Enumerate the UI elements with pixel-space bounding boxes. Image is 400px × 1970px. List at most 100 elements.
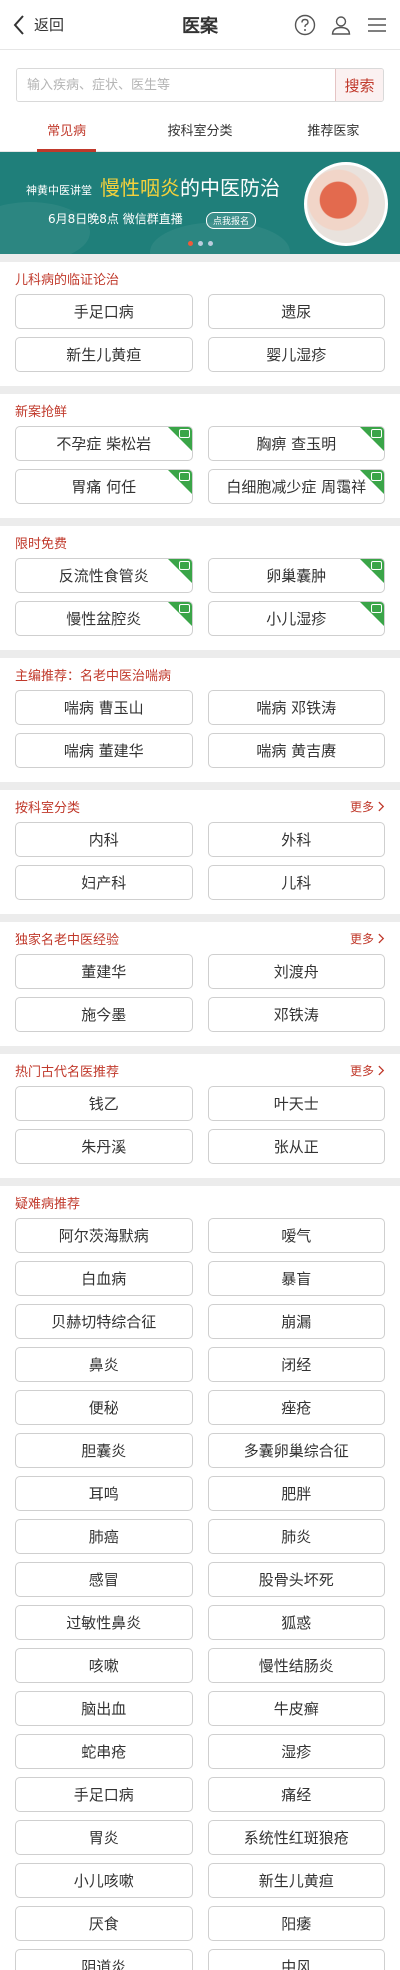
grid-item-button[interactable]: 鼻炎 xyxy=(15,1347,193,1382)
grid-item-button[interactable]: 肺炎 xyxy=(207,1519,385,1554)
tab-by-department[interactable]: 按科室分类 xyxy=(133,114,266,151)
grid-item-button[interactable]: 湿疹 xyxy=(207,1734,385,1769)
grid-item-button[interactable]: 蛇串疮 xyxy=(15,1734,193,1769)
grid-item-button[interactable]: 狐惑 xyxy=(207,1605,385,1640)
grid-item-label: 股骨头坏死 xyxy=(258,1571,334,1589)
grid-item-button[interactable]: 感冒 xyxy=(15,1562,193,1597)
grid-item-button[interactable]: 厌食 xyxy=(15,1906,193,1941)
grid-item-button[interactable]: 手足口病 xyxy=(15,294,193,329)
grid-item-button[interactable]: 白血病 xyxy=(15,1261,193,1296)
grid-item-button[interactable]: 遗尿 xyxy=(207,294,385,329)
search-button[interactable]: 搜索 xyxy=(335,69,383,101)
grid-item-button[interactable]: 反流性食管炎 xyxy=(15,558,193,593)
grid-item-button[interactable]: 卵巢囊肿 xyxy=(207,558,385,593)
user-icon xyxy=(331,15,351,35)
grid-item-button[interactable]: 闭经 xyxy=(207,1347,385,1382)
grid-item-button[interactable]: 妇产科 xyxy=(15,865,193,900)
grid-item-button[interactable]: 暴盲 xyxy=(207,1261,385,1296)
grid-item-button[interactable]: 多囊卵巢综合征 xyxy=(207,1433,385,1468)
grid-item-button[interactable]: 白细胞减少症 周霭祥 xyxy=(207,469,385,504)
menu-button[interactable] xyxy=(366,14,388,36)
grid-item-button[interactable]: 张从正 xyxy=(207,1129,385,1164)
grid-item-label: 湿疹 xyxy=(281,1743,312,1761)
grid-item-button[interactable]: 痛经 xyxy=(207,1777,385,1812)
grid-item-button[interactable]: 肥胖 xyxy=(207,1476,385,1511)
help-button[interactable] xyxy=(294,14,316,36)
grid-item-label: 刘渡舟 xyxy=(273,963,319,981)
grid-item-label: 钱乙 xyxy=(88,1095,119,1113)
carousel-dot[interactable] xyxy=(197,241,203,246)
banner-signup-button[interactable]: 点我报名 xyxy=(206,212,257,229)
grid-item-button[interactable]: 牛皮癣 xyxy=(207,1691,385,1726)
search-input[interactable] xyxy=(17,69,335,101)
grid-item-button[interactable]: 咳嗽 xyxy=(15,1648,193,1683)
grid-item-button[interactable]: 不孕症 柴松岩 xyxy=(15,426,193,461)
grid-item-button[interactable]: 喘病 董建华 xyxy=(15,733,193,768)
grid-item-button[interactable]: 阿尔茨海默病 xyxy=(15,1218,193,1253)
grid-item-button[interactable]: 阳痿 xyxy=(207,1906,385,1941)
more-link[interactable]: 更多 xyxy=(350,798,385,815)
grid-item-button[interactable]: 董建华 xyxy=(15,954,193,989)
grid-item-label: 肺癌 xyxy=(88,1528,119,1546)
grid-item-button[interactable]: 过敏性鼻炎 xyxy=(15,1605,193,1640)
chevron-right-icon xyxy=(378,933,385,943)
grid-item-button[interactable]: 中风 xyxy=(207,1949,385,1970)
grid-item-label: 胸痹 查玉明 xyxy=(256,435,337,453)
grid-item-button[interactable]: 内科 xyxy=(15,822,193,857)
grid-item-label: 卵巢囊肿 xyxy=(266,567,327,585)
grid-item-button[interactable]: 耳鸣 xyxy=(15,1476,193,1511)
item-grid: 喘病 曹玉山 喘病 邓铁涛 喘病 董建华 喘病 黄吉赓 xyxy=(15,690,385,776)
user-button[interactable] xyxy=(330,14,352,36)
section-ancient-doctors: 热门古代名医推荐 更多钱乙 叶天士 朱丹溪 张从正 xyxy=(0,1054,400,1178)
carousel-dot[interactable] xyxy=(187,241,193,246)
grid-item-button[interactable]: 股骨头坏死 xyxy=(207,1562,385,1597)
grid-item-button[interactable]: 婴儿湿疹 xyxy=(207,337,385,372)
grid-item-button[interactable]: 外科 xyxy=(207,822,385,857)
grid-item-button[interactable]: 新生儿黄疸 xyxy=(15,337,193,372)
section-header: 热门古代名医推荐 更多 xyxy=(15,1054,385,1086)
promo-banner[interactable]: 神黄中医讲堂 慢性咽炎的中医防治 6月8日晚8点 微信群直播 点我报名 xyxy=(0,152,400,254)
section-title: 独家名老中医经验 xyxy=(15,932,120,948)
grid-item-button[interactable]: 胃痛 何任 xyxy=(15,469,193,504)
more-link[interactable]: 更多 xyxy=(350,930,385,947)
grid-item-button[interactable]: 痤疮 xyxy=(207,1390,385,1425)
grid-item-button[interactable]: 邓铁涛 xyxy=(207,997,385,1032)
grid-item-button[interactable]: 钱乙 xyxy=(15,1086,193,1121)
grid-item-button[interactable]: 小儿湿疹 xyxy=(207,601,385,636)
grid-item-label: 妇产科 xyxy=(81,874,127,892)
carousel-dot[interactable] xyxy=(207,241,213,246)
grid-item-button[interactable]: 喘病 邓铁涛 xyxy=(207,690,385,725)
grid-item-button[interactable]: 小儿咳嗽 xyxy=(15,1863,193,1898)
grid-item-button[interactable]: 脑出血 xyxy=(15,1691,193,1726)
grid-item-button[interactable]: 胃炎 xyxy=(15,1820,193,1855)
grid-item-button[interactable]: 崩漏 xyxy=(207,1304,385,1339)
grid-item-button[interactable]: 叶天士 xyxy=(207,1086,385,1121)
grid-item-button[interactable]: 肺癌 xyxy=(15,1519,193,1554)
grid-item-button[interactable]: 施今墨 xyxy=(15,997,193,1032)
tab-recommended-doctors[interactable]: 推荐医家 xyxy=(267,114,400,151)
grid-item-button[interactable]: 慢性结肠炎 xyxy=(207,1648,385,1683)
grid-item-button[interactable]: 手足口病 xyxy=(15,1777,193,1812)
grid-item-button[interactable]: 慢性盆腔炎 xyxy=(15,601,193,636)
grid-item-button[interactable]: 胆囊炎 xyxy=(15,1433,193,1468)
grid-item-label: 耳鸣 xyxy=(88,1485,119,1503)
grid-item-button[interactable]: 刘渡舟 xyxy=(207,954,385,989)
section-title: 新案抢鲜 xyxy=(15,404,68,420)
grid-item-button[interactable]: 贝赫切特综合征 xyxy=(15,1304,193,1339)
grid-item-button[interactable]: 胸痹 查玉明 xyxy=(207,426,385,461)
grid-item-label: 暴盲 xyxy=(281,1270,312,1288)
grid-item-button[interactable]: 嗳气 xyxy=(207,1218,385,1253)
tab-bar: 常见病 按科室分类 推荐医家 xyxy=(0,114,400,152)
grid-item-button[interactable]: 便秘 xyxy=(15,1390,193,1425)
grid-item-button[interactable]: 儿科 xyxy=(207,865,385,900)
grid-item-button[interactable]: 阴道炎 xyxy=(15,1949,193,1970)
grid-item-button[interactable]: 朱丹溪 xyxy=(15,1129,193,1164)
grid-item-button[interactable]: 喘病 黄吉赓 xyxy=(207,733,385,768)
grid-item-button[interactable]: 喘病 曹玉山 xyxy=(15,690,193,725)
grid-item-button[interactable]: 系统性红斑狼疮 xyxy=(207,1820,385,1855)
tab-common-diseases[interactable]: 常见病 xyxy=(0,114,133,152)
more-link[interactable]: 更多 xyxy=(350,1062,385,1079)
grid-item-button[interactable]: 新生儿黄疸 xyxy=(207,1863,385,1898)
grid-item-label: 咳嗽 xyxy=(88,1657,119,1675)
back-button[interactable]: 返回 xyxy=(0,0,64,49)
